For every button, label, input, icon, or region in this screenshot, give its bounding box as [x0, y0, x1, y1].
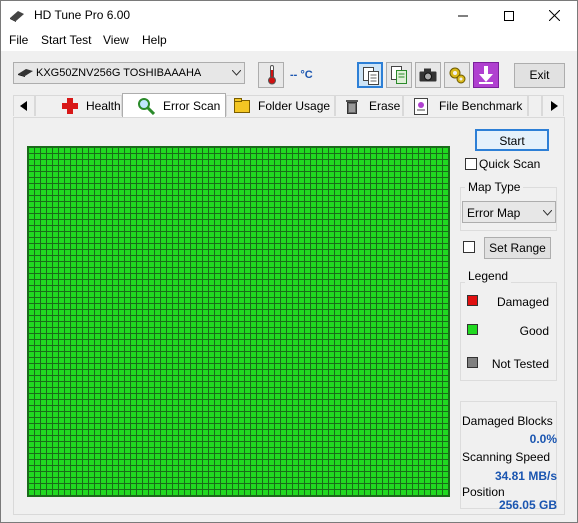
title-bar: HD Tune Pro 6.00	[1, 1, 577, 31]
gears-icon	[449, 67, 466, 84]
trash-icon	[346, 100, 358, 114]
copy-document-icon	[363, 67, 379, 85]
maximize-icon	[504, 11, 514, 21]
menu-file[interactable]: File	[9, 33, 28, 47]
map-type-value: Error Map	[467, 206, 521, 220]
position-value: 256.05 GB	[498, 498, 557, 512]
legend-swatch-not-tested	[467, 357, 478, 368]
minimize-icon	[458, 15, 468, 17]
tab-scroll-left[interactable]	[13, 95, 35, 116]
options-button[interactable]	[444, 62, 470, 88]
tab-error-scan-label: Error Scan	[163, 99, 221, 113]
legend-swatch-good	[467, 324, 478, 335]
chevron-down-icon	[543, 210, 552, 216]
drive-icon	[18, 69, 33, 77]
close-button[interactable]	[531, 1, 577, 31]
legend-label-not-tested: Not Tested	[491, 357, 549, 371]
menu-start-test[interactable]: Start Test	[41, 33, 91, 47]
tab-file-benchmark[interactable]: File Benchmark	[403, 95, 528, 116]
minimize-button[interactable]	[440, 1, 486, 31]
map-type-title: Map Type	[465, 180, 524, 194]
chevron-down-icon	[232, 70, 241, 76]
set-range-checkbox[interactable]	[463, 241, 475, 253]
close-icon	[548, 9, 560, 22]
tab-strip: Health Error Scan Folder Usage Erase Fil…	[1, 93, 577, 117]
tab-erase[interactable]: Erase	[335, 95, 403, 116]
arrow-left-icon	[20, 101, 27, 111]
temperature-button[interactable]	[258, 62, 284, 88]
tab-error-scan[interactable]: Error Scan	[122, 93, 226, 117]
tab-scroll-right[interactable]	[542, 95, 564, 116]
folder-icon	[234, 98, 250, 113]
tab-health-label: Health	[86, 99, 121, 113]
tab-overflow[interactable]	[528, 95, 542, 116]
legend-title: Legend	[465, 269, 512, 283]
arrow-right-icon	[551, 101, 558, 111]
tab-folder-usage-label: Folder Usage	[258, 99, 331, 113]
quick-scan-checkbox[interactable]	[465, 158, 477, 170]
drive-select[interactable]: KXG50ZNV256G TOSHIBAAAHA	[13, 62, 245, 84]
drive-name: KXG50ZNV256G TOSHIBAAAHA	[36, 67, 202, 79]
scanning-speed-value: 34.81 MB/s	[494, 469, 557, 483]
tab-folder-usage[interactable]: Folder Usage	[226, 95, 335, 116]
health-cross-icon	[62, 98, 78, 114]
save-info-button[interactable]	[386, 62, 412, 88]
map-type-select[interactable]: Error Map	[462, 201, 556, 223]
menu-bar: File Start Test View Help	[1, 31, 577, 51]
window-title: HD Tune Pro 6.00	[34, 8, 131, 22]
download-button[interactable]	[473, 62, 499, 88]
tab-file-benchmark-label: File Benchmark	[439, 99, 523, 113]
tab-health[interactable]: Health	[35, 95, 122, 116]
scanning-speed-label: Scanning Speed	[462, 450, 551, 464]
position-label: Position	[462, 485, 505, 499]
temperature-readout: -- °C	[290, 69, 313, 81]
hd-tune-app-icon	[10, 11, 24, 22]
document-green-icon	[391, 66, 407, 84]
menu-view[interactable]: View	[103, 33, 129, 47]
maximize-button[interactable]	[486, 1, 532, 31]
toolbar: KXG50ZNV256G TOSHIBAAAHA -- °C Exit	[1, 51, 577, 95]
copy-info-button[interactable]	[357, 62, 383, 88]
start-button[interactable]: Start	[475, 129, 549, 151]
quick-scan-label: Quick Scan	[479, 157, 541, 171]
screenshot-button[interactable]	[415, 62, 441, 88]
arrow-down-icon	[479, 66, 493, 84]
magnifier-icon	[138, 98, 155, 115]
thermometer-icon	[268, 65, 276, 85]
menu-help[interactable]: Help	[142, 33, 167, 47]
file-icon	[414, 98, 428, 115]
app-window: HD Tune Pro 6.00 File Start Test View He…	[0, 0, 578, 523]
legend-swatch-damaged	[467, 295, 478, 306]
camera-icon	[419, 68, 437, 82]
damaged-blocks-value: 0.0%	[529, 432, 557, 446]
set-range-button[interactable]: Set Range	[484, 237, 551, 259]
legend-label-good: Good	[519, 324, 549, 338]
tab-erase-label: Erase	[369, 99, 401, 113]
exit-button[interactable]: Exit	[514, 63, 565, 88]
damaged-blocks-label: Damaged Blocks	[462, 414, 553, 428]
error-block-map	[27, 146, 450, 497]
legend-label-damaged: Damaged	[496, 295, 549, 309]
